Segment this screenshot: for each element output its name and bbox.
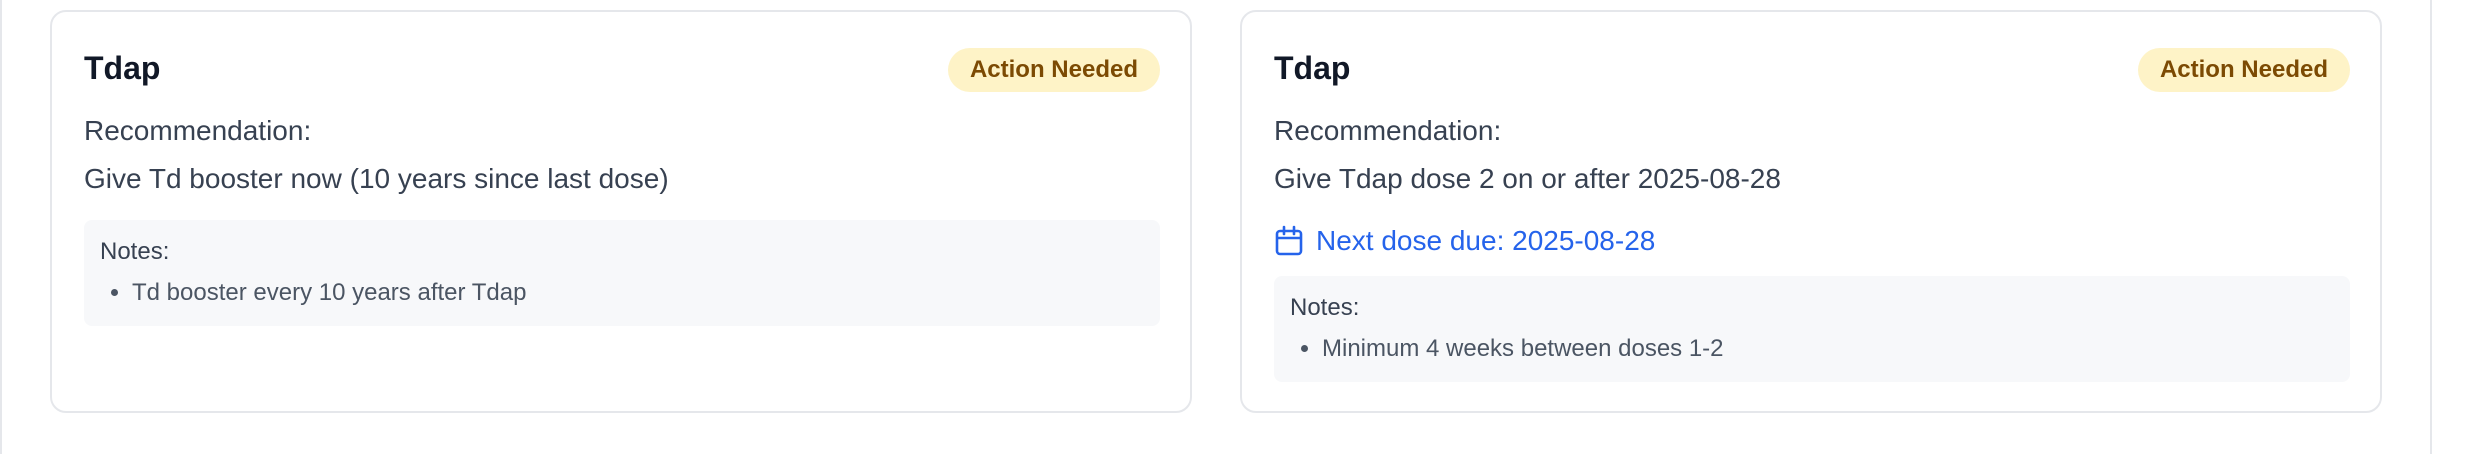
calendar-icon <box>1274 225 1304 257</box>
page: Tdap Action Needed Recommendation: Give … <box>0 0 2484 454</box>
recommendation-text: Give Td booster now (10 years since last… <box>84 163 669 194</box>
left-divider <box>0 0 2 454</box>
recommendation-label: Recommendation: <box>1274 115 1502 146</box>
recommendation-text: Give Tdap dose 2 on or after 2025-08-28 <box>1274 163 1781 194</box>
next-dose-due-text: Next dose due: 2025-08-28 <box>1316 225 1656 256</box>
status-badge: Action Needed <box>2137 48 2350 92</box>
note-item: Td booster every 10 years after Tdap <box>132 279 1144 308</box>
right-divider <box>2430 0 2432 454</box>
notes-box: Notes: Td booster every 10 years after T… <box>84 220 1160 326</box>
vaccine-card: Tdap Action Needed Recommendation: Give … <box>50 10 1192 413</box>
recommendation-label: Recommendation: <box>84 115 312 146</box>
notes-label: Notes: <box>100 238 170 265</box>
card-title: Tdap <box>1274 50 1351 86</box>
status-badge: Action Needed <box>947 48 1160 92</box>
notes-list: Minimum 4 weeks between doses 1-2 <box>1290 335 2334 364</box>
card-title: Tdap <box>84 50 161 86</box>
notes-box: Notes: Minimum 4 weeks between doses 1-2 <box>1274 276 2350 382</box>
notes-list: Td booster every 10 years after Tdap <box>100 279 1144 308</box>
notes-label: Notes: <box>1290 294 1360 321</box>
note-item: Minimum 4 weeks between doses 1-2 <box>1322 335 2334 364</box>
vaccine-card: Tdap Action Needed Recommendation: Give … <box>1240 10 2382 413</box>
next-dose-due: Next dose due: 2025-08-28 <box>1274 224 1655 258</box>
